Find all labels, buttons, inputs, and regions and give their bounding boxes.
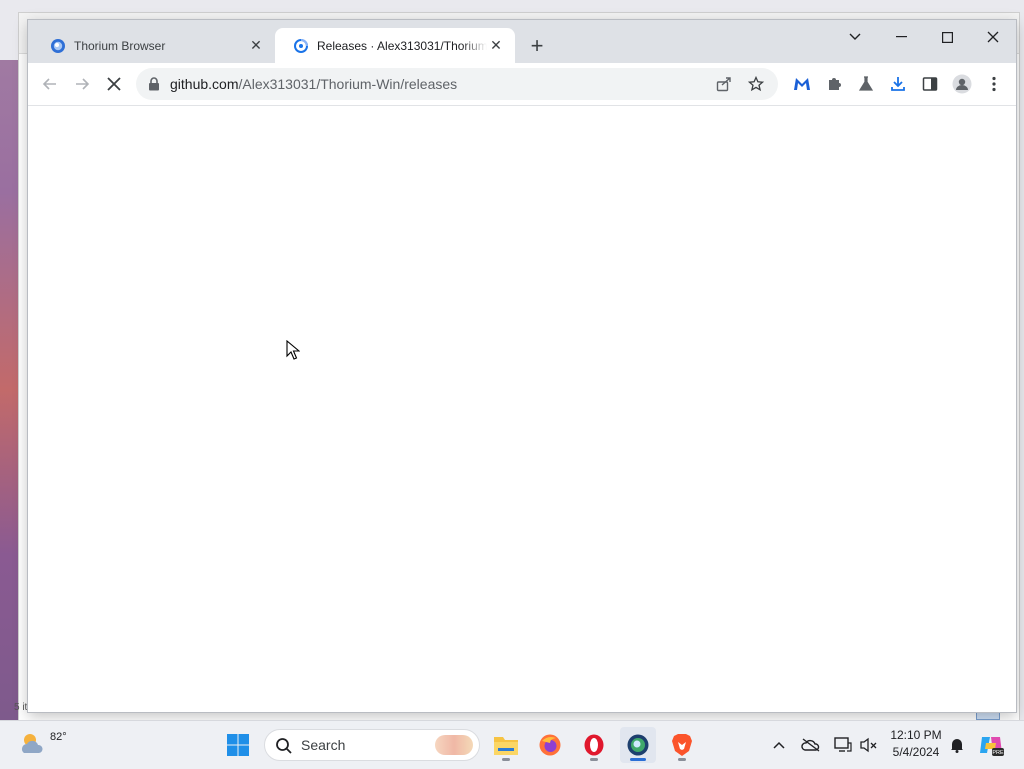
search-icon bbox=[276, 738, 292, 754]
tab-strip: Thorium Browser ✕ Releases · Alex313031/… bbox=[28, 20, 1016, 63]
stop-icon bbox=[107, 77, 121, 91]
firefox-button[interactable] bbox=[532, 727, 568, 763]
page-content-area[interactable] bbox=[28, 106, 1016, 712]
address-bar[interactable]: github.com/Alex313031/Thorium-Win/releas… bbox=[136, 68, 778, 100]
forward-button[interactable] bbox=[66, 68, 98, 100]
search-highlight-image bbox=[435, 735, 473, 755]
github-loading-icon bbox=[293, 38, 309, 54]
start-button[interactable] bbox=[220, 727, 256, 763]
copilot-icon: PRE bbox=[980, 737, 1004, 756]
bell-icon bbox=[951, 739, 963, 753]
running-indicator bbox=[502, 758, 510, 761]
active-indicator bbox=[630, 758, 646, 761]
url-text[interactable]: github.com/Alex313031/Thorium-Win/releas… bbox=[170, 68, 457, 100]
chevron-up-icon bbox=[773, 741, 785, 749]
svg-text:PRE: PRE bbox=[992, 750, 1004, 756]
windows-logo-icon bbox=[227, 734, 249, 756]
taskbar: 82° Search 12:10 PM 5/4/2024 PRE bbox=[0, 720, 1024, 769]
tab-search-button[interactable] bbox=[832, 22, 878, 52]
close-icon[interactable]: ✕ bbox=[247, 37, 265, 55]
clock-time: 12:10 PM bbox=[890, 728, 942, 742]
forward-icon bbox=[76, 78, 90, 90]
search-placeholder: Search bbox=[301, 737, 346, 753]
desktop-wallpaper bbox=[0, 60, 18, 720]
speaker-muted-icon bbox=[860, 737, 877, 753]
copilot-button[interactable]: PRE bbox=[978, 731, 1004, 759]
opera-icon bbox=[584, 734, 604, 756]
malwarebytes-icon[interactable] bbox=[786, 68, 818, 100]
maximize-button[interactable] bbox=[924, 22, 970, 52]
close-icon[interactable]: ✕ bbox=[487, 37, 505, 55]
labs-icon[interactable] bbox=[850, 68, 882, 100]
side-panel-icon[interactable] bbox=[914, 68, 946, 100]
thorium-icon bbox=[627, 734, 649, 756]
show-hidden-icons-button[interactable] bbox=[766, 731, 792, 759]
url-host: github.com bbox=[170, 76, 239, 92]
weather-widget[interactable]: 82° bbox=[18, 729, 67, 761]
opera-button[interactable] bbox=[576, 727, 612, 763]
tab-thorium-browser[interactable]: Thorium Browser ✕ bbox=[32, 28, 275, 63]
notifications-button[interactable] bbox=[944, 731, 970, 759]
taskbar-search-box[interactable]: Search bbox=[264, 729, 480, 761]
thorium-taskbar-button[interactable] bbox=[620, 727, 656, 763]
onedrive-tray-icon[interactable] bbox=[798, 731, 824, 759]
brave-button[interactable] bbox=[664, 727, 700, 763]
back-button[interactable] bbox=[34, 68, 66, 100]
weather-temperature: 82° bbox=[50, 731, 67, 743]
maximize-icon bbox=[941, 31, 953, 43]
lock-icon[interactable] bbox=[146, 76, 162, 92]
cloud-offline-icon bbox=[801, 738, 820, 752]
sun-cloud-icon bbox=[21, 734, 43, 753]
clock-date: 5/4/2024 bbox=[892, 745, 940, 759]
menu-icon[interactable] bbox=[978, 68, 1010, 100]
downloads-icon[interactable] bbox=[882, 68, 914, 100]
mouse-cursor-icon bbox=[286, 340, 300, 360]
browser-window: Thorium Browser ✕ Releases · Alex313031/… bbox=[28, 20, 1016, 712]
brave-lion-icon bbox=[672, 734, 692, 756]
file-explorer-button[interactable] bbox=[488, 727, 524, 763]
running-indicator bbox=[590, 758, 598, 761]
folder-icon bbox=[494, 737, 518, 755]
minimize-button[interactable] bbox=[878, 22, 924, 52]
firefox-icon bbox=[539, 734, 561, 756]
minimize-icon bbox=[895, 36, 907, 38]
browser-toolbar: github.com/Alex313031/Thorium-Win/releas… bbox=[28, 63, 1016, 106]
stop-loading-button[interactable] bbox=[98, 68, 130, 100]
back-icon bbox=[42, 78, 56, 90]
extensions-icon[interactable] bbox=[818, 68, 850, 100]
tab-title: Thorium Browser bbox=[74, 38, 166, 53]
close-icon bbox=[987, 31, 999, 43]
network-tray-icon[interactable] bbox=[830, 731, 856, 759]
window-close-button[interactable] bbox=[970, 22, 1016, 52]
share-icon[interactable] bbox=[712, 72, 736, 96]
thorium-icon bbox=[50, 38, 66, 54]
monitor-network-icon bbox=[834, 737, 852, 752]
running-indicator bbox=[678, 758, 686, 761]
chevron-down-icon bbox=[849, 33, 861, 40]
new-tab-button[interactable]: + bbox=[525, 33, 549, 58]
tab-title: Releases · Alex313031/Thorium-Win bbox=[317, 38, 487, 53]
profile-icon[interactable] bbox=[946, 68, 978, 100]
tab-releases[interactable]: Releases · Alex313031/Thorium-Win ✕ bbox=[275, 28, 515, 63]
star-icon[interactable] bbox=[744, 72, 768, 96]
url-path: /Alex313031/Thorium-Win/releases bbox=[238, 76, 458, 92]
system-clock[interactable]: 12:10 PM 5/4/2024 bbox=[884, 727, 948, 761]
volume-tray-icon[interactable] bbox=[856, 731, 882, 759]
